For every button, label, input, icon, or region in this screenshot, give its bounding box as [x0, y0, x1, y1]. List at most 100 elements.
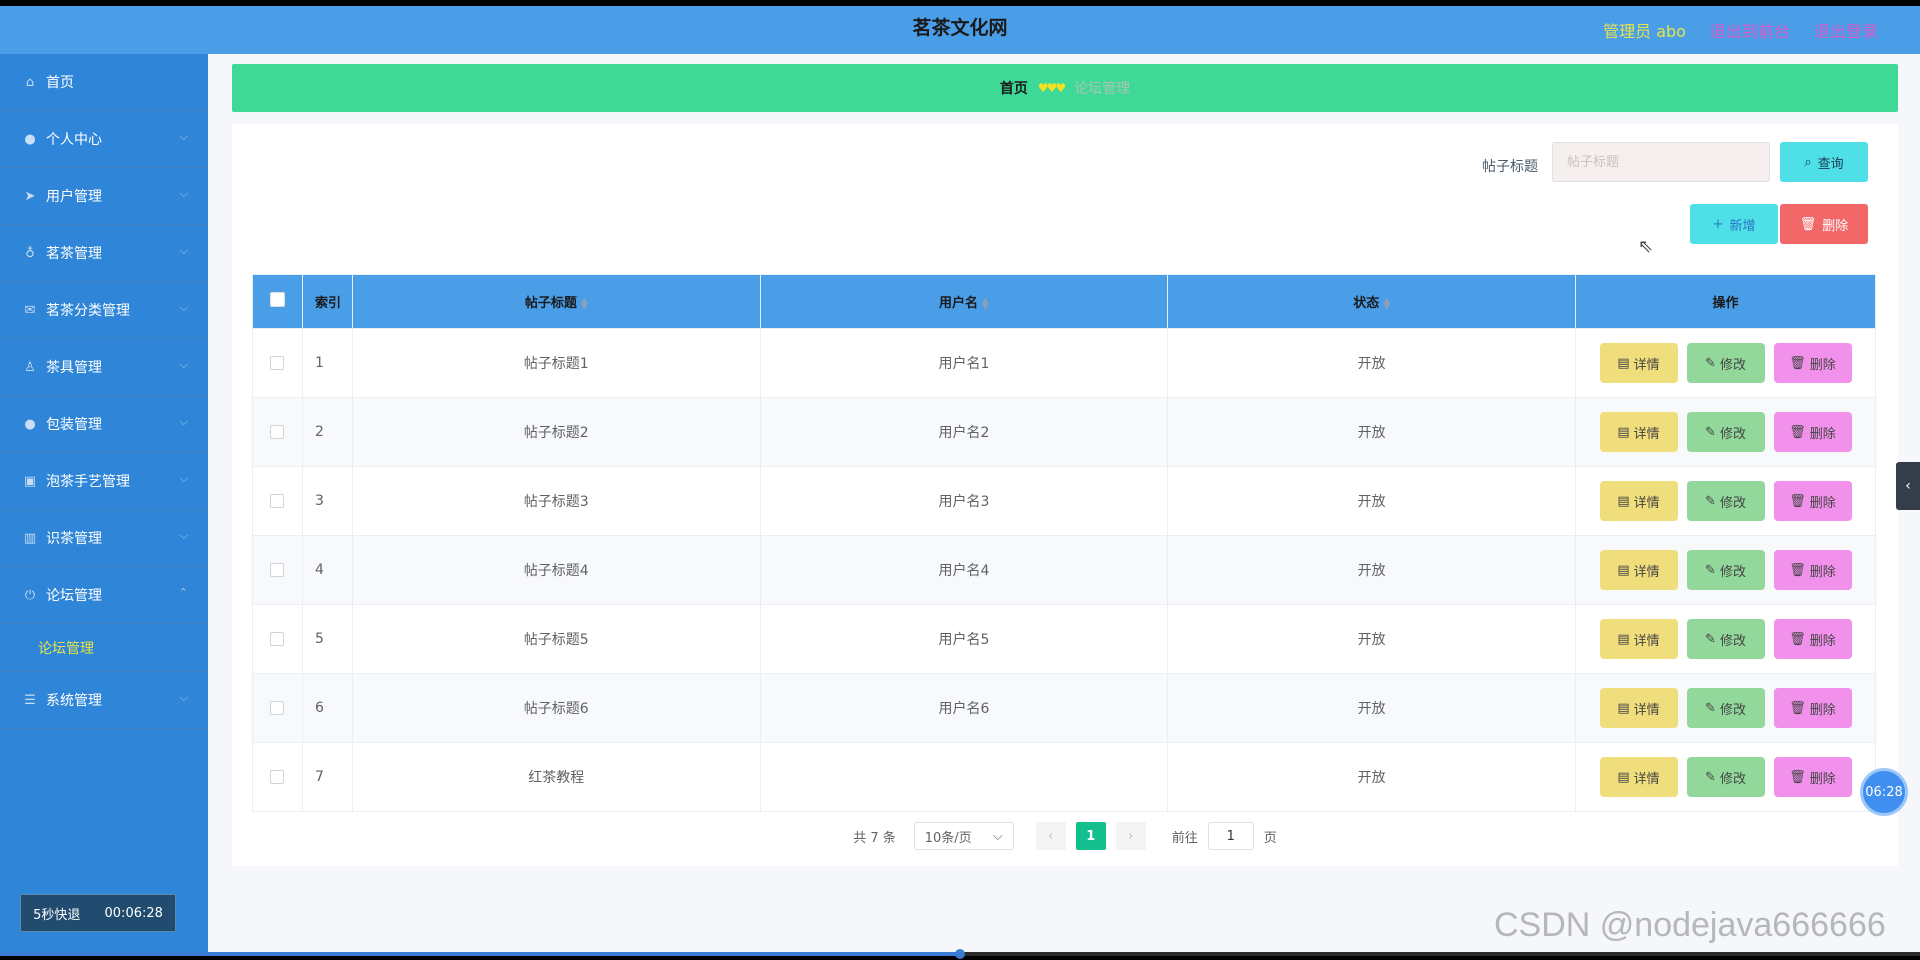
sort-icon[interactable]: ▲ ▼ — [982, 296, 989, 311]
side-collapse-tab[interactable]: ‹ — [1896, 462, 1920, 510]
prev-page-button[interactable]: ‹ — [1035, 822, 1066, 850]
batch-delete-button[interactable]: 🗑 删除 — [1780, 204, 1868, 244]
detail-button[interactable]: ▤ 详情 — [1599, 412, 1678, 452]
row-check-cell — [252, 397, 303, 467]
row-checkbox[interactable] — [270, 770, 285, 784]
edit-button[interactable]: ✎ 修改 — [1686, 619, 1765, 659]
pagination: 共 7 条 10条/页 ⌵ ‹ 1 › 前往 页 — [232, 822, 1898, 850]
cell-user: 用户名1 — [759, 328, 1169, 398]
edit-button[interactable]: ✎ 修改 — [1686, 343, 1765, 383]
chevron-down-icon: ⌵ — [179, 130, 188, 143]
cell-title: 帖子标题5 — [351, 604, 761, 674]
edit-button[interactable]: ✎ 修改 — [1686, 481, 1765, 521]
cell-ops: ▤ 详情 ✎ 修改 🗑 删除 — [1575, 604, 1876, 674]
row-checkbox[interactable] — [270, 356, 285, 370]
cell-title: 帖子标题6 — [351, 673, 761, 743]
add-button[interactable]: + 新增 — [1690, 204, 1778, 244]
cell-ops: ▤ 详情 ✎ 修改 🗑 删除 — [1575, 535, 1876, 605]
user-icon: ● — [24, 416, 36, 432]
sidebar-item-profile[interactable]: ● 个人中心 ⌵ — [0, 111, 208, 168]
detail-button[interactable]: ▤ 详情 — [1599, 688, 1678, 728]
delete-button[interactable]: 🗑 删除 — [1773, 619, 1852, 659]
table-row: 1 帖子标题1 用户名1 开放 ▤ 详情 ✎ 修改 🗑 删除 — [252, 328, 1876, 398]
delete-button[interactable]: 🗑 删除 — [1773, 343, 1852, 383]
row-checkbox[interactable] — [270, 632, 285, 646]
sidebar-item-users[interactable]: ➤ 用户管理 ⌵ — [0, 168, 208, 225]
sidebar-item-tea[interactable]: ♁ 茗茶管理 ⌵ — [0, 225, 208, 282]
cell-title: 帖子标题2 — [351, 397, 761, 467]
sort-icon[interactable]: ▲ ▼ — [1383, 296, 1390, 311]
row-check-cell — [252, 328, 303, 398]
search-input[interactable] — [1552, 142, 1770, 182]
sidebar-item-identify[interactable]: ▥ 识茶管理 ⌵ — [0, 510, 208, 567]
cell-index: 3 — [301, 466, 353, 536]
chevron-down-icon: ⌵ — [179, 358, 188, 371]
sidebar-item-label: 首页 — [46, 75, 74, 91]
sidebar-item-label: 论坛管理 — [46, 588, 102, 604]
sidebar-item-label: 用户管理 — [46, 189, 102, 205]
sidebar-item-forum[interactable]: ⏻ 论坛管理 ⌃ — [0, 567, 208, 624]
header-user[interactable]: 用户名 ▲ ▼ — [759, 274, 1169, 329]
cell-ops: ▤ 详情 ✎ 修改 🗑 删除 — [1575, 466, 1876, 536]
video-progress-knob[interactable] — [955, 949, 965, 959]
quick-quit-button[interactable]: 5秒快退 00:06:28 — [20, 894, 176, 932]
mail-icon: ✉ — [24, 302, 36, 318]
next-page-button[interactable]: › — [1115, 822, 1146, 850]
send-icon: ➤ — [24, 188, 36, 204]
delete-label: 删除 — [1809, 564, 1836, 580]
detail-button[interactable]: ▤ 详情 — [1599, 757, 1678, 797]
sidebar-item-brewing[interactable]: ▣ 泡茶手艺管理 ⌵ — [0, 453, 208, 510]
header-title[interactable]: 帖子标题 ▲ ▼ — [351, 274, 761, 329]
sidebar-item-packaging[interactable]: ● 包装管理 ⌵ — [0, 396, 208, 453]
delete-label: 删除 — [1809, 357, 1836, 373]
row-checkbox[interactable] — [270, 425, 285, 439]
sidebar-item-teaware[interactable]: ♙ 茶具管理 ⌵ — [0, 339, 208, 396]
trash-icon: 🗑 — [1789, 769, 1806, 785]
cell-title: 帖子标题4 — [351, 535, 761, 605]
sort-icon[interactable]: ▲ ▼ — [581, 296, 588, 311]
detail-label: 详情 — [1633, 702, 1660, 718]
delete-button[interactable]: 🗑 删除 — [1773, 550, 1852, 590]
add-button-label: 新增 — [1729, 218, 1756, 234]
delete-label: 删除 — [1809, 633, 1836, 649]
delete-button[interactable]: 🗑 删除 — [1773, 688, 1852, 728]
query-button[interactable]: ⌕ 查询 — [1780, 142, 1868, 182]
detail-button[interactable]: ▤ 详情 — [1599, 343, 1678, 383]
delete-button[interactable]: 🗑 删除 — [1773, 481, 1852, 521]
sidebar-item-system[interactable]: ☰ 系统管理 ⌵ — [0, 672, 208, 729]
delete-button[interactable]: 🗑 删除 — [1773, 412, 1852, 452]
logout-link[interactable]: 退出登录 — [1814, 18, 1878, 42]
heart-separator-icon: ♥♥♥ — [1037, 81, 1066, 95]
sidebar-item-tea-category[interactable]: ✉ 茗茶分类管理 ⌵ — [0, 282, 208, 339]
edit-button[interactable]: ✎ 修改 — [1686, 757, 1765, 797]
chevron-down-icon: ⌵ — [179, 244, 188, 257]
page-size-select[interactable]: 10条/页 ⌵ — [913, 822, 1014, 850]
edit-button[interactable]: ✎ 修改 — [1686, 412, 1765, 452]
detail-button[interactable]: ▤ 详情 — [1599, 481, 1678, 521]
submenu-forum-management[interactable]: 论坛管理 — [0, 624, 208, 672]
back-to-front-link[interactable]: 退出到前台 — [1710, 18, 1790, 42]
header-status[interactable]: 状态 ▲ ▼ — [1167, 274, 1576, 329]
page-number-button[interactable]: 1 — [1075, 822, 1106, 850]
row-checkbox[interactable] — [270, 563, 285, 577]
goto-page-input[interactable] — [1207, 822, 1254, 850]
sidebar-item-home[interactable]: ⌂ 首页 — [0, 54, 208, 111]
edit-button[interactable]: ✎ 修改 — [1686, 688, 1765, 728]
delete-button[interactable]: 🗑 删除 — [1773, 757, 1852, 797]
chevron-left-icon: ‹ — [1048, 828, 1054, 844]
total-count: 共 7 条 — [853, 830, 896, 846]
select-all-checkbox[interactable] — [269, 292, 285, 307]
sidebar-item-label: 包装管理 — [46, 417, 102, 433]
breadcrumb-home[interactable]: 首页 — [1000, 78, 1028, 98]
detail-button[interactable]: ▤ 详情 — [1599, 550, 1678, 590]
video-progress-bar[interactable] — [0, 949, 1920, 959]
document-icon: ▤ — [1617, 424, 1630, 440]
row-checkbox[interactable] — [270, 701, 285, 715]
row-checkbox[interactable] — [270, 494, 285, 508]
edit-button[interactable]: ✎ 修改 — [1686, 550, 1765, 590]
edit-label: 修改 — [1719, 564, 1746, 580]
timer-bubble[interactable]: 06:28 — [1860, 768, 1908, 816]
sidebar-item-label: 个人中心 — [46, 132, 102, 148]
detail-button[interactable]: ▤ 详情 — [1599, 619, 1678, 659]
chevron-down-icon: ⌵ — [179, 415, 188, 428]
